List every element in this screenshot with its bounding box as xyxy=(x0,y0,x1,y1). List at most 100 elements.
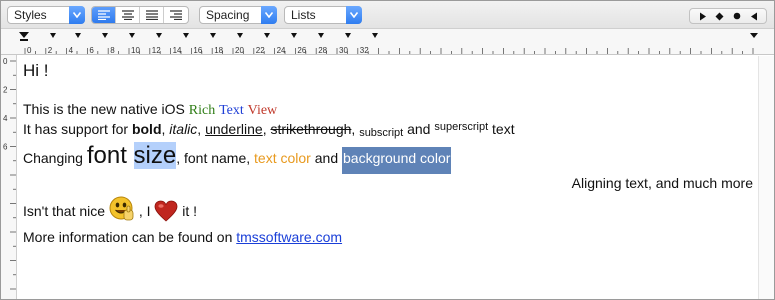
and-word: and xyxy=(403,121,435,137)
tab-stop-marker[interactable] xyxy=(156,33,162,38)
tab-stop-marker[interactable] xyxy=(210,33,216,38)
ruler-label: 24 xyxy=(277,46,286,55)
rich-word: Rich xyxy=(188,103,216,118)
tab-stop-marker[interactable] xyxy=(372,33,378,38)
text-word: Text xyxy=(219,103,244,118)
vertical-ruler-label: 0 xyxy=(3,57,8,66)
more-info-prefix: More information can be found on xyxy=(23,229,237,245)
align-justify-button[interactable] xyxy=(140,7,164,23)
tab-stop-marker[interactable] xyxy=(345,33,351,38)
ruler-label: 8 xyxy=(110,46,115,55)
tab-stop-marker[interactable] xyxy=(318,33,324,38)
formatting-toolbar: Styles Spacing Lists xyxy=(1,1,774,29)
font-name-text: , font name, xyxy=(176,150,255,166)
styles-dropdown[interactable]: Styles xyxy=(7,6,85,24)
right-aligned-line: Aligning text, and much more xyxy=(571,175,753,191)
tab-stop-marker[interactable] xyxy=(102,33,108,38)
heart-icon xyxy=(154,200,178,225)
vertical-scrollbar[interactable] xyxy=(758,56,774,299)
more-info-line: More information can be found on tmssoft… xyxy=(23,229,342,245)
changing-prefix: Changing xyxy=(23,150,87,166)
ruler-label: 20 xyxy=(235,46,244,55)
play-icon[interactable] xyxy=(696,10,710,22)
ruler-label: 32 xyxy=(360,46,369,55)
ruler-label: 28 xyxy=(318,46,327,55)
tab-stop-marker[interactable] xyxy=(264,33,270,38)
vertical-ruler-label: 2 xyxy=(3,86,8,95)
emoji-line-prefix: Isn't that nice xyxy=(23,203,109,219)
ruler-label: 14 xyxy=(173,46,182,55)
alignment-segmented-control xyxy=(91,6,189,24)
selected-size-word: size xyxy=(133,142,177,169)
support-prefix: It has support for xyxy=(23,121,132,137)
align-center-button[interactable] xyxy=(116,7,140,23)
record-icon[interactable] xyxy=(730,10,744,22)
and-word: and xyxy=(310,150,342,166)
tab-stop-marker[interactable] xyxy=(237,33,243,38)
tab-stop-marker[interactable] xyxy=(129,33,135,38)
ruler-label: 6 xyxy=(89,46,94,55)
tab-stop-marker[interactable] xyxy=(291,33,297,38)
vertical-ruler-label: 4 xyxy=(3,114,8,123)
ruler-label: 16 xyxy=(193,46,202,55)
chevron-down-icon xyxy=(346,6,362,24)
tab-stop-marker[interactable] xyxy=(75,33,81,38)
ruler-label: 0 xyxy=(27,46,32,55)
intro-prefix: This is the new native iOS xyxy=(23,101,189,117)
lists-dropdown-value: Lists xyxy=(291,8,316,22)
ruler-label: 2 xyxy=(48,46,53,55)
strikethrough-sample: strikethrough xyxy=(270,121,352,137)
tab-stop-marker[interactable] xyxy=(183,33,189,38)
chevron-down-icon xyxy=(69,6,85,24)
formatting-support-line: It has support for bold, italic, underli… xyxy=(23,121,515,139)
tmssoftware-link[interactable]: tmssoftware.com xyxy=(236,229,342,245)
document-editor[interactable]: Hi ! This is the new native iOS Rich Tex… xyxy=(18,56,758,299)
chevron-down-icon xyxy=(261,6,277,24)
vertical-ruler-label: 6 xyxy=(3,143,8,152)
horizontal-ruler[interactable]: 0 2 4 6 8 10 12 14 16 18 20 22 24 26 28 30 32 xyxy=(1,29,774,55)
large-font-sample: font xyxy=(86,142,127,169)
align-right-button[interactable] xyxy=(164,7,188,23)
ruler-label: 4 xyxy=(69,46,74,55)
lists-dropdown[interactable]: Lists xyxy=(284,6,362,24)
right-margin-marker[interactable] xyxy=(750,33,758,38)
tab-stop-marker[interactable] xyxy=(50,33,56,38)
ruler-label: 12 xyxy=(152,46,161,55)
vertical-ruler: 0 2 4 6 xyxy=(1,55,17,299)
bold-sample: bold xyxy=(131,121,162,137)
emoji-line-mid: , I xyxy=(138,203,155,219)
align-left-icon xyxy=(97,10,110,20)
media-nav-buttons xyxy=(689,8,767,24)
ruler-scale: 0 2 4 6 8 10 12 14 16 18 20 22 24 26 28 30 32 xyxy=(1,32,774,55)
vertical-ruler-scale: 0 2 4 6 xyxy=(3,57,16,290)
diamond-icon[interactable] xyxy=(713,10,727,22)
align-center-icon xyxy=(121,10,134,20)
emoji-line-suffix: it ! xyxy=(182,203,198,219)
intro-line: This is the new native iOS Rich Text Vie… xyxy=(23,101,277,119)
font-changes-line: Changing font size, font name, text colo… xyxy=(23,142,452,174)
view-word: View xyxy=(247,103,278,118)
superscript-sample: superscript xyxy=(434,121,489,133)
align-left-button[interactable] xyxy=(92,7,116,23)
ruler-label: 26 xyxy=(297,46,306,55)
rich-text-editor-window: Styles Spacing Lists 0 2 4 6 8 10 12 14 … xyxy=(0,0,775,300)
support-suffix: text xyxy=(488,121,515,137)
ruler-label: 30 xyxy=(339,46,348,55)
ruler-label: 22 xyxy=(256,46,265,55)
reverse-play-icon[interactable] xyxy=(747,10,761,22)
ruler-label: 18 xyxy=(214,46,223,55)
text-color-sample: text color xyxy=(254,150,311,166)
smiley-thumbs-up-icon xyxy=(109,196,135,225)
italic-sample: italic xyxy=(169,121,198,137)
indent-marker[interactable] xyxy=(19,32,29,41)
spacing-dropdown-value: Spacing xyxy=(206,8,250,22)
comma-separator: , xyxy=(197,121,206,137)
subscript-sample: subscript xyxy=(359,127,404,139)
emoji-line: Isn't that nice , I it ! xyxy=(23,196,197,225)
underline-sample: underline xyxy=(205,121,263,137)
background-color-sample: background color xyxy=(342,147,452,174)
ruler-label: 10 xyxy=(131,46,140,55)
spacing-dropdown[interactable]: Spacing xyxy=(199,6,277,24)
greeting-line: Hi ! xyxy=(23,61,49,80)
